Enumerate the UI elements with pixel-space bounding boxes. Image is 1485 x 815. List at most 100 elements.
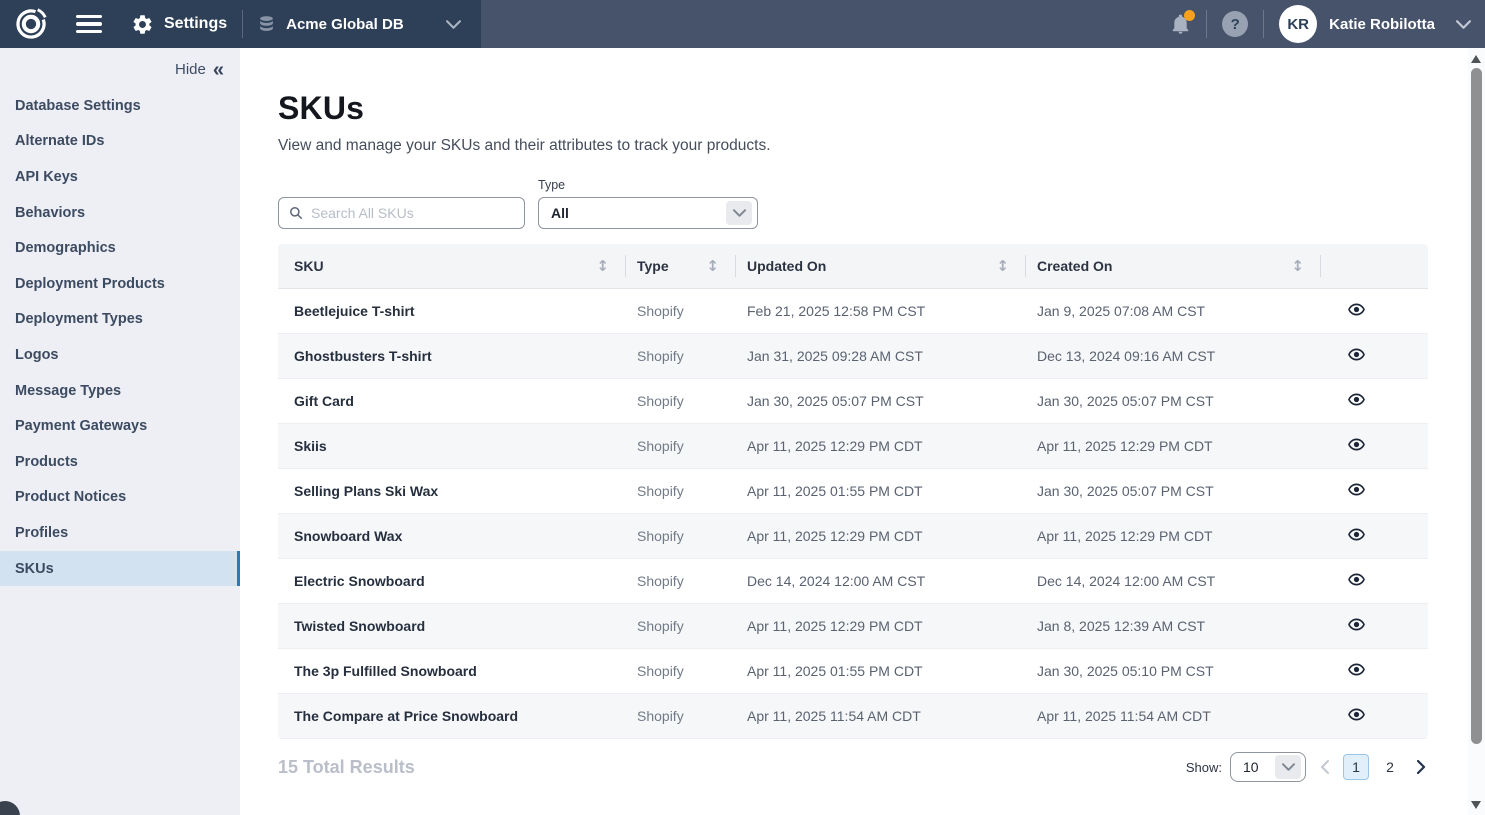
filter-controls: Type All [278, 178, 1428, 229]
hamburger-menu-icon[interactable] [76, 15, 102, 34]
sidebar-item-deployment-products[interactable]: Deployment Products [0, 266, 240, 302]
sku-cell[interactable]: Electric Snowboard [278, 573, 625, 589]
view-sku-button[interactable] [1348, 618, 1365, 634]
actions-cell [1320, 348, 1428, 364]
created-on-cell: Apr 11, 2025 12:29 PM CDT [1025, 528, 1320, 544]
created-on-cell: Dec 14, 2024 12:00 AM CST [1025, 573, 1320, 589]
sku-cell[interactable]: The 3p Fulfilled Snowboard [278, 663, 625, 679]
type-cell: Shopify [625, 528, 735, 544]
sidebar-nav: Database SettingsAlternate IDsAPI KeysBe… [0, 88, 240, 586]
hide-label: Hide [175, 61, 206, 78]
updated-on-cell: Apr 11, 2025 01:55 PM CDT [735, 483, 1025, 499]
column-header-sku[interactable]: SKU↕ [278, 244, 625, 288]
sidebar-item-database-settings[interactable]: Database Settings [0, 88, 240, 124]
sku-cell[interactable]: Skiis [278, 438, 625, 454]
top-bar: Settings Acme Global DB ? KR Katie [0, 0, 1485, 48]
table-row: The 3p Fulfilled SnowboardShopifyApr 11,… [278, 649, 1428, 694]
sidebar-item-payment-gateways[interactable]: Payment Gateways [0, 408, 240, 444]
updated-on-cell: Jan 31, 2025 09:28 AM CST [735, 348, 1025, 364]
sku-cell[interactable]: Gift Card [278, 393, 625, 409]
app-logo-icon[interactable] [13, 6, 49, 42]
sort-icon[interactable]: ↕ [996, 257, 1009, 275]
type-cell: Shopify [625, 618, 735, 634]
column-label: Updated On [747, 258, 826, 274]
sidebar-item-profiles[interactable]: Profiles [0, 515, 240, 551]
actions-cell [1320, 573, 1428, 589]
column-header-updated-on[interactable]: Updated On ↕ [735, 244, 1025, 288]
sku-cell[interactable]: Selling Plans Ski Wax [278, 483, 625, 499]
actions-cell [1320, 303, 1428, 319]
view-sku-button[interactable] [1348, 708, 1365, 724]
top-bar-left: Settings Acme Global DB [0, 0, 481, 48]
sku-cell[interactable]: Ghostbusters T-shirt [278, 348, 625, 364]
view-sku-button[interactable] [1348, 528, 1365, 544]
updated-on-cell: Apr 11, 2025 12:29 PM CDT [735, 438, 1025, 454]
table-row: Snowboard WaxShopify Apr 11, 2025 12:29 P… [278, 514, 1428, 559]
view-sku-button[interactable] [1348, 573, 1365, 589]
scrollbar-thumb[interactable] [1471, 68, 1482, 744]
sort-icon[interactable]: ↕ [706, 257, 719, 275]
updated-on-cell: Jan 30, 2025 05:07 PM CST [735, 393, 1025, 409]
sku-cell[interactable]: Beetlejuice T-shirt [278, 303, 625, 319]
table-row: Twisted SnowboardShopifyApr 11, 2025 12:… [278, 604, 1428, 649]
page-size-select[interactable]: 10 [1230, 752, 1306, 782]
previous-page-button[interactable] [1318, 758, 1331, 776]
database-selector[interactable]: Acme Global DB [243, 0, 481, 48]
scroll-up-arrow[interactable] [1471, 55, 1481, 63]
page-button-1[interactable]: 1 [1343, 754, 1369, 780]
page-title: SKUs [278, 90, 1428, 127]
column-header-type[interactable]: Type↕ [625, 244, 735, 288]
table-row: Beetlejuice T-shirtShopifyFeb 21, 2025 1… [278, 289, 1428, 334]
sidebar-item-skus[interactable]: SKUs [0, 551, 240, 587]
sidebar-item-api-keys[interactable]: API Keys [0, 159, 240, 195]
type-cell: Shopify [625, 663, 735, 679]
view-sku-button[interactable] [1348, 348, 1365, 364]
actions-cell [1320, 618, 1428, 634]
eye-icon [1348, 348, 1365, 364]
sku-cell[interactable]: Twisted Snowboard [278, 618, 625, 634]
view-sku-button[interactable] [1348, 303, 1365, 319]
view-sku-button[interactable] [1348, 438, 1365, 454]
scroll-down-arrow[interactable] [1471, 801, 1481, 809]
settings-nav-entry[interactable]: Settings [131, 13, 227, 36]
hide-sidebar-button[interactable]: Hide « [0, 48, 240, 88]
sidebar-item-product-notices[interactable]: Product Notices [0, 480, 240, 516]
updated-on-cell: Feb 21, 2025 12:58 PM CST [735, 303, 1025, 319]
settings-sidebar: Hide « Database SettingsAlternate IDsAPI… [0, 48, 240, 815]
view-sku-button[interactable] [1348, 393, 1365, 409]
eye-icon [1348, 618, 1365, 634]
type-cell: Shopify [625, 393, 735, 409]
sidebar-item-demographics[interactable]: Demographics [0, 230, 240, 266]
user-avatar[interactable]: KR [1279, 5, 1317, 43]
view-sku-button[interactable] [1348, 663, 1365, 679]
next-page-button[interactable] [1415, 758, 1428, 776]
created-on-cell: Jan 9, 2025 07:08 AM CST [1025, 303, 1320, 319]
column-label: Created On [1037, 258, 1112, 274]
sku-cell[interactable]: The Compare at Price Snowboard [278, 708, 625, 724]
search-box[interactable] [278, 197, 525, 229]
sidebar-item-deployment-types[interactable]: Deployment Types [0, 302, 240, 338]
sidebar-item-logos[interactable]: Logos [0, 337, 240, 373]
search-input[interactable] [311, 205, 514, 221]
view-sku-button[interactable] [1348, 483, 1365, 499]
eye-icon [1348, 528, 1365, 544]
sidebar-item-alternate-ids[interactable]: Alternate IDs [0, 124, 240, 160]
sidebar-item-products[interactable]: Products [0, 444, 240, 480]
vertical-scrollbar[interactable] [1468, 48, 1485, 815]
notifications-bell-icon[interactable] [1170, 13, 1191, 36]
show-label: Show: [1186, 760, 1222, 775]
sort-icon[interactable]: ↕ [596, 257, 609, 275]
sidebar-item-behaviors[interactable]: Behaviors [0, 195, 240, 231]
type-filter-select[interactable]: All [538, 197, 758, 229]
sort-icon[interactable]: ↕ [1291, 257, 1304, 275]
sku-cell[interactable]: Snowboard Wax [278, 528, 625, 544]
user-menu-chevron-down-icon[interactable] [1456, 20, 1471, 29]
page-button-2[interactable]: 2 [1377, 754, 1403, 780]
top-bar-right: ? KR Katie Robilotta [481, 0, 1485, 48]
table-row: Ghostbusters T-shirtShopifyJan 31, 2025 … [278, 334, 1428, 379]
eye-icon [1348, 573, 1365, 589]
column-header-created-on[interactable]: Created On ↕ [1025, 244, 1320, 288]
help-icon[interactable]: ? [1222, 11, 1248, 37]
sidebar-item-message-types[interactable]: Message Types [0, 373, 240, 409]
actions-cell [1320, 438, 1428, 454]
